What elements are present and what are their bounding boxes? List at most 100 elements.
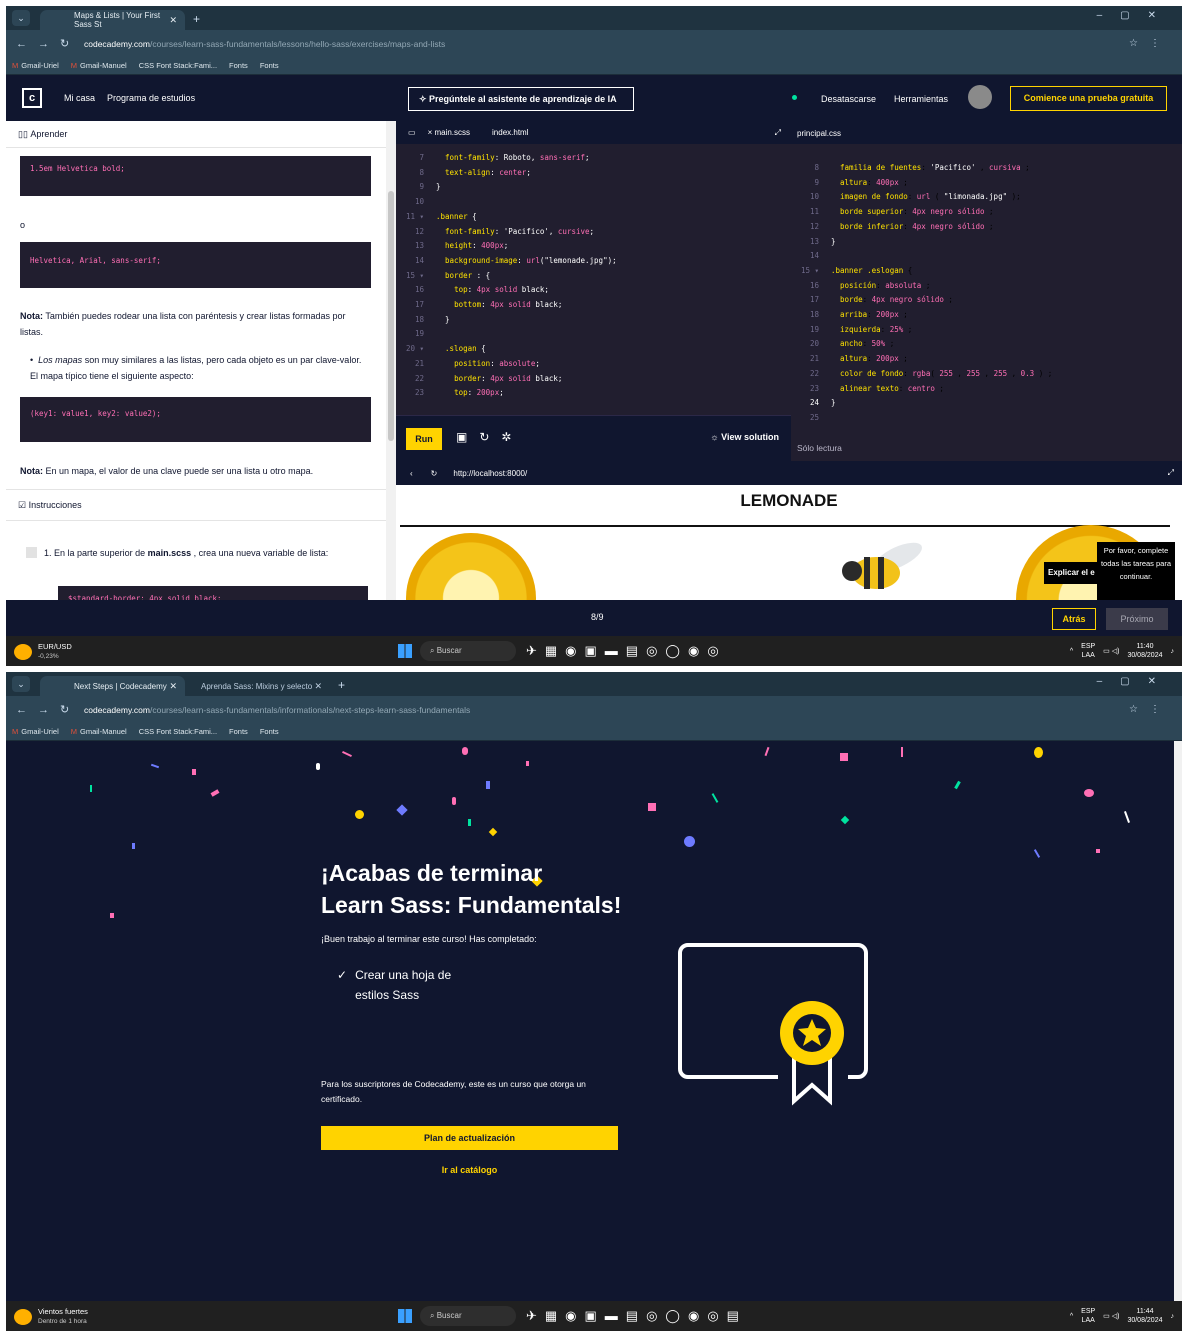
browser-tab-active[interactable]: Next Steps | Codecademy ✕ <box>40 676 185 696</box>
bookmark-item[interactable]: M Gmail-Uriel <box>12 727 59 736</box>
back-arrow-icon[interactable]: ‹ <box>410 469 413 478</box>
scrollbar[interactable] <box>386 121 396 600</box>
upgrade-plan-button[interactable]: Plan de actualización <box>321 1126 618 1150</box>
free-trial-button[interactable]: Comience una prueba gratuita <box>1010 86 1167 111</box>
file-tree-icon[interactable]: ▭ <box>408 128 416 137</box>
view-solution-button[interactable]: ☼ View solution <box>710 432 779 442</box>
run-button[interactable]: Run <box>406 428 442 450</box>
expand-icon[interactable]: ⤢ <box>1168 468 1174 478</box>
codecademy-logo[interactable]: c <box>22 88 42 108</box>
clock[interactable]: 11:44 30/08/2024 <box>1127 1307 1162 1325</box>
expand-icon[interactable]: ⤢ <box>775 128 781 138</box>
back-arrow-icon[interactable]: ← <box>16 38 28 50</box>
taskbar-search[interactable]: ⌕ Buscar <box>420 1306 516 1326</box>
nav-get-unstuck[interactable]: Desatascarse <box>821 94 876 104</box>
bookmark-item[interactable]: CSS Font Stack:Fami... <box>139 727 217 736</box>
lang-region: LAA <box>1081 1317 1095 1324</box>
url-field[interactable]: codecademy.com/courses/learn-sass-fundam… <box>84 39 445 49</box>
speaker-icon[interactable]: ▭ ◁) <box>1103 1312 1119 1320</box>
chevron-up-icon[interactable]: ^ <box>1070 1313 1073 1320</box>
editor-tool-icons[interactable]: ▣↻✲ <box>456 430 523 444</box>
bookmark-item[interactable]: Fonts <box>260 727 279 736</box>
browser-tab-active[interactable]: Maps & Lists | Your First Sass St ✕ <box>40 10 185 30</box>
language-indicator[interactable]: ESP LAA <box>1081 1307 1095 1325</box>
bookmark-label: Fonts <box>259 61 279 70</box>
next-button[interactable]: Próximo <box>1106 608 1168 630</box>
ai-assistant-button[interactable]: ✧ Pregúntele al asistente de aprendizaje… <box>408 87 634 111</box>
preview-url[interactable]: http://localhost:8000/ <box>453 469 527 478</box>
gmail-icon: M <box>70 61 77 70</box>
bookmark-item[interactable]: Fonts <box>229 727 248 736</box>
bullet-emphasis: Los mapas <box>38 355 83 365</box>
confetti <box>840 815 850 825</box>
reload-icon[interactable]: ↻ <box>60 37 72 50</box>
nav-tools[interactable]: Herramientas <box>894 94 948 104</box>
chevron-up-icon[interactable]: ^ <box>1070 648 1073 655</box>
avatar[interactable] <box>968 85 992 109</box>
windows-start-icon[interactable] <box>398 644 412 658</box>
speaker-icon[interactable]: ▭ ◁) <box>1103 647 1119 655</box>
confetti <box>764 746 770 757</box>
close-icon[interactable]: ✕ <box>314 681 322 692</box>
scrollbar[interactable] <box>1174 741 1182 1306</box>
close-icon[interactable]: ✕ <box>169 681 177 692</box>
tab-principal-css[interactable]: principal.css <box>791 121 1182 144</box>
time: 11:44 <box>1136 1308 1154 1315</box>
note-label: Nota: <box>20 311 43 321</box>
url-host: codecademy.com <box>84 704 150 715</box>
lightbulb-icon: ☼ <box>710 432 722 442</box>
bell-icon[interactable]: ♪ <box>1171 648 1175 655</box>
window-controls[interactable]: –▢✕ <box>1097 10 1174 21</box>
code-snippet: $standard-border: 4px solid black; <box>58 586 368 600</box>
browser-toolbar-icons[interactable]: ☆⋮ <box>1129 704 1172 715</box>
window-controls[interactable]: –▢✕ <box>1097 676 1174 687</box>
code-editor[interactable]: ▭ × main.scss index.html ⤢ 7 font-family… <box>396 121 791 461</box>
nav-curriculum[interactable]: Programa de estudios <box>107 93 195 103</box>
bookmark-label: Fonts <box>229 727 248 736</box>
checkmark-icon: ✓ <box>337 968 348 982</box>
clock[interactable]: 11:40 30/08/2024 <box>1127 642 1162 660</box>
language-indicator[interactable]: ESP LAA <box>1081 642 1095 660</box>
bell-icon[interactable]: ♪ <box>1171 1313 1175 1320</box>
new-tab-icon[interactable]: + <box>193 12 200 26</box>
tab-search-button[interactable]: ⌄ <box>12 10 30 26</box>
tab-search-button[interactable]: ⌄ <box>12 676 30 692</box>
sparkle-icon: ✧ <box>419 93 430 104</box>
nav-home[interactable]: Mi casa <box>64 93 95 103</box>
bookmark-item[interactable]: Fonts <box>260 61 279 70</box>
close-icon[interactable]: ✕ <box>169 15 177 26</box>
taskbar-app-icons[interactable]: ✈▦◉▣▬▤◎◯◉◎▤ <box>526 1308 747 1324</box>
taskbar-app-icons[interactable]: ✈▦◉▣▬▤◎◯◉◎ <box>526 643 727 659</box>
certificate-icon <box>678 943 868 1106</box>
back-button[interactable]: Atrás <box>1052 608 1096 630</box>
tab-main-scss[interactable]: × main.scss <box>428 128 470 137</box>
bookmark-item[interactable]: M Gmail-Uriel <box>12 61 59 70</box>
browser-tab[interactable]: Aprenda Sass: Mixins y selecto ✕ <box>185 676 330 696</box>
taskbar-search[interactable]: ⌕ Buscar <box>420 641 516 661</box>
screenshot-completion: ⌄ Next Steps | Codecademy ✕ Aprenda Sass… <box>6 672 1182 1331</box>
windows-start-icon[interactable] <box>398 1309 412 1323</box>
scroll-thumb[interactable] <box>388 191 394 441</box>
widget[interactable]: Vientos fuertes Dentro de 1 hora <box>14 1307 88 1326</box>
back-arrow-icon[interactable]: ← <box>16 704 28 716</box>
bookmark-item[interactable]: M Gmail-Manuel <box>71 727 127 736</box>
reload-icon[interactable]: ↻ <box>60 703 72 716</box>
date: 30/08/2024 <box>1127 1317 1163 1324</box>
confetti <box>648 803 656 811</box>
catalog-link[interactable]: Ir al catálogo <box>321 1165 618 1175</box>
url-field[interactable]: codecademy.com/courses/learn-sass-fundam… <box>84 705 470 715</box>
ai-assistant-label: Pregúntele al asistente de aprendizaje d… <box>429 94 617 104</box>
url-path: /courses/learn-sass-fundamentals/informa… <box>149 704 471 715</box>
reload-icon[interactable]: ↻ <box>431 469 438 478</box>
explain-error-button[interactable]: Explicar el e <box>1044 562 1102 584</box>
bookmark-item[interactable]: Fonts <box>229 61 248 70</box>
bookmark-item[interactable]: CSS Font Stack:Fami... <box>139 61 217 70</box>
browser-toolbar-icons[interactable]: ☆⋮ <box>1129 38 1172 49</box>
forward-arrow-icon[interactable]: → <box>38 704 50 716</box>
new-tab-icon[interactable]: + <box>338 678 345 692</box>
bookmark-item[interactable]: M Gmail-Manuel <box>71 61 127 70</box>
tab-index-html[interactable]: index.html <box>492 128 528 137</box>
widget[interactable]: EUR/USD -0,23% <box>14 642 72 661</box>
forward-arrow-icon[interactable]: → <box>38 38 50 50</box>
bookmark-label: Gmail-Manuel <box>80 61 127 70</box>
